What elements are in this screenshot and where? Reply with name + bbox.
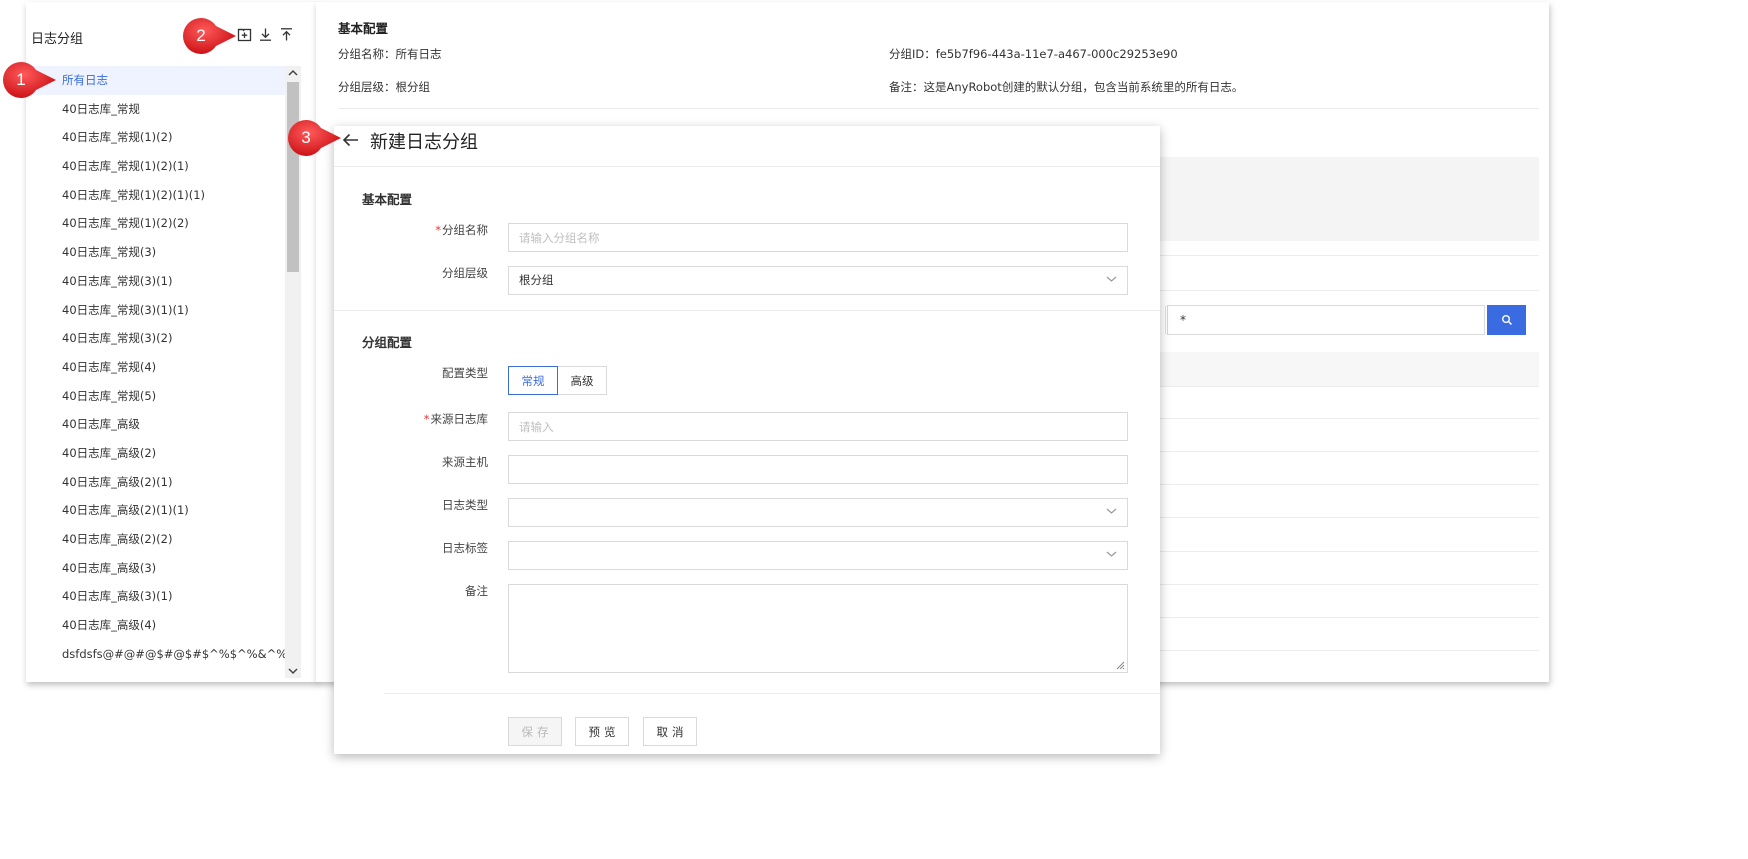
detail-remark: 备注：这是AnyRobot创建的默认分组，包含当前系统里的所有日志。: [889, 80, 1244, 94]
query-input[interactable]: *: [1165, 305, 1485, 335]
tree-item[interactable]: 40日志库_高级(3)(1): [26, 582, 286, 611]
tree-item[interactable]: dsfdsfs@#@#@$#@$#$^%$^%&^%#&3: [26, 640, 286, 669]
sidebar-title: 日志分组: [31, 32, 84, 47]
tree-item[interactable]: 40日志库_高级(2)(2): [26, 525, 286, 554]
tree-item[interactable]: 40日志库_常规(3)(1): [26, 267, 286, 296]
table-row: [1158, 517, 1539, 518]
table-row: [1158, 617, 1539, 618]
config-type-label: 配置类型: [442, 366, 488, 380]
upload-icon[interactable]: [277, 25, 295, 43]
callout-2: 2: [180, 16, 238, 56]
tree-item[interactable]: 40日志库_常规(3)(2): [26, 324, 286, 353]
table-row: [1158, 386, 1539, 387]
tree-item[interactable]: 40日志库_常规(1)(2)(2): [26, 209, 286, 238]
detail-group-name: 分组名称：所有日志: [338, 47, 442, 61]
tree-item[interactable]: 40日志库_高级(3): [26, 554, 286, 583]
callout-1: 1: [0, 60, 58, 100]
detail-section-title: 基本配置: [338, 21, 389, 36]
form-title: 新建日志分组: [370, 132, 478, 153]
source-lib-label: *来源日志库: [424, 411, 488, 427]
log-tag-label: 日志标签: [442, 541, 488, 555]
source-host-input[interactable]: [508, 455, 1128, 484]
app-stage: 日志分组 所有日志 40日志库_常规 40日志库_常规(1)(2) 40日志库_…: [0, 0, 1748, 859]
scroll-up-icon[interactable]: [285, 66, 301, 80]
basic-config-heading: 基本配置: [362, 192, 413, 207]
tree-item[interactable]: 40日志库_常规(3)(1)(1): [26, 296, 286, 325]
group-tree: 所有日志 40日志库_常规 40日志库_常规(1)(2) 40日志库_常规(1)…: [26, 66, 286, 676]
tree-item[interactable]: 40日志库_高级: [26, 410, 286, 439]
divider: [338, 108, 1539, 109]
chevron-down-icon: [1106, 551, 1117, 557]
tree-item[interactable]: 40日志库_常规(1)(2): [26, 123, 286, 152]
table-row: [1158, 451, 1539, 452]
source-host-label: 来源主机: [442, 455, 488, 469]
callout-3: 3: [285, 118, 343, 158]
save-button[interactable]: 保存: [508, 717, 562, 746]
group-level-value: 根分组: [519, 273, 554, 287]
config-type-advanced[interactable]: 高级: [557, 366, 607, 395]
log-group-sidebar: 日志分组 所有日志 40日志库_常规 40日志库_常规(1)(2) 40日志库_…: [26, 2, 318, 682]
log-tag-select[interactable]: [508, 541, 1128, 570]
group-level-select[interactable]: 根分组: [508, 266, 1128, 295]
preview-button[interactable]: 预览: [575, 717, 629, 746]
divider: [384, 693, 1160, 694]
scroll-down-icon[interactable]: [285, 664, 301, 678]
detail-group-id: 分组ID：fe5b7f96-443a-11e7-a467-000c29253e9…: [889, 47, 1178, 61]
log-type-label: 日志类型: [442, 498, 488, 512]
config-type-normal[interactable]: 常规: [508, 366, 558, 395]
resize-handle-icon[interactable]: [1115, 660, 1125, 670]
required-mark: *: [435, 223, 441, 237]
search-icon: [1501, 315, 1512, 326]
tree-item[interactable]: 40日志库_高级(2): [26, 439, 286, 468]
chevron-down-icon: [1106, 276, 1117, 282]
download-icon[interactable]: [256, 25, 274, 43]
search-button[interactable]: [1487, 305, 1526, 335]
table-row: [1158, 650, 1539, 651]
group-config-heading: 分组配置: [362, 335, 413, 350]
scroll-thumb[interactable]: [287, 82, 299, 272]
new-log-group-form: 新建日志分组 基本配置 *分组名称 分组层级 根分组 分组配置 配置类型 常规 …: [334, 126, 1160, 754]
table-row: [1158, 584, 1539, 585]
required-mark: *: [423, 412, 430, 426]
table-row: [1158, 484, 1539, 485]
divider: [334, 310, 1160, 311]
group-level-label: 分组层级: [442, 266, 488, 280]
cancel-button[interactable]: 取消: [643, 717, 697, 746]
config-type-toggle: 常规 高级: [508, 366, 607, 395]
log-type-select[interactable]: [508, 498, 1128, 527]
tree-item[interactable]: 40日志库_常规(1)(2)(1)(1): [26, 181, 286, 210]
detail-gray-block: [1158, 157, 1539, 241]
tree-item[interactable]: 40日志库_高级(2)(1)(1): [26, 496, 286, 525]
tree-item-selected[interactable]: 所有日志: [26, 66, 286, 95]
tree-item[interactable]: 40日志库_高级(2)(1): [26, 468, 286, 497]
group-name-label-text: 分组名称: [442, 223, 488, 237]
group-name-input[interactable]: [508, 223, 1128, 252]
group-name-label: *分组名称: [435, 222, 488, 238]
source-lib-input[interactable]: [508, 412, 1128, 441]
sidebar-header: 日志分组: [26, 2, 318, 62]
callout-number: 1: [16, 70, 26, 89]
chevron-down-icon: [1106, 508, 1117, 514]
remark-textarea[interactable]: [508, 584, 1128, 673]
table-header: [1158, 352, 1539, 386]
callout-number: 3: [301, 128, 311, 147]
divider: [334, 166, 1160, 167]
table-row: [1158, 418, 1539, 419]
divider: [1158, 290, 1539, 291]
tree-item[interactable]: 40日志库_常规(3): [26, 238, 286, 267]
tree-item[interactable]: 40日志库_常规(1)(2)(1): [26, 152, 286, 181]
tree-item[interactable]: 40日志库_常规: [26, 95, 286, 124]
tree-item[interactable]: 40日志库_常规(5): [26, 382, 286, 411]
back-arrow-icon[interactable]: [340, 129, 362, 151]
callout-number: 2: [196, 26, 206, 45]
tree-item[interactable]: 40日志库_常规(4): [26, 353, 286, 382]
source-lib-label-text: 来源日志库: [430, 412, 489, 426]
tree-item[interactable]: 40日志库_高级(4): [26, 611, 286, 640]
detail-group-level: 分组层级：根分组: [338, 80, 430, 94]
table-row: [1158, 551, 1539, 552]
remark-label: 备注: [465, 584, 488, 598]
divider: [1158, 255, 1539, 256]
